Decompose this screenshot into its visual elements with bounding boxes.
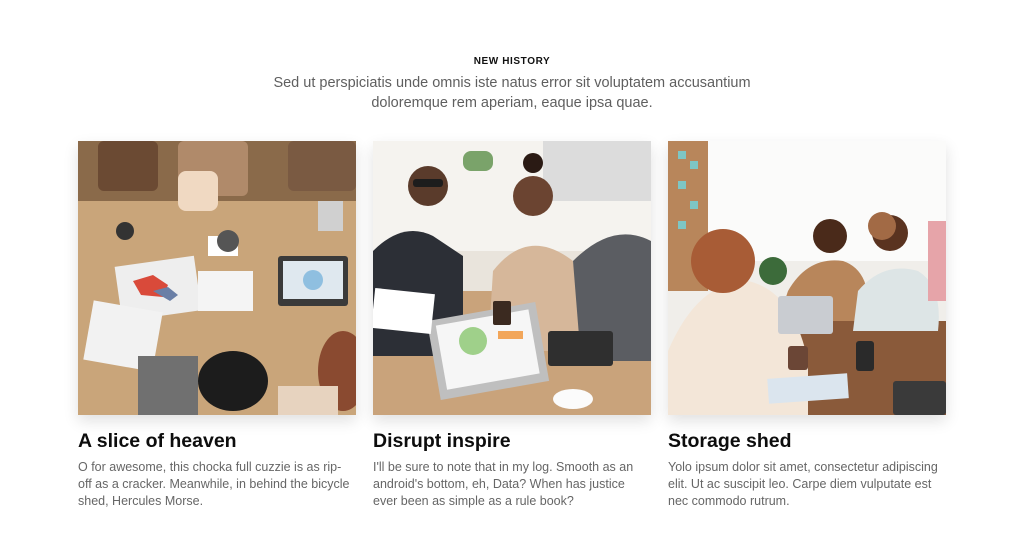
card-image-2 — [373, 141, 651, 415]
card-image-1 — [78, 141, 356, 415]
card-title-2: Disrupt inspire — [373, 430, 511, 452]
card-title-3: Storage shed — [668, 430, 792, 452]
card-description-3: Yolo ipsum dolor sit amet, consectetur a… — [668, 460, 938, 508]
section-lead-text: Sed ut perspiciatis unde omnis iste natu… — [273, 75, 751, 111]
section-eyebrow: NEW HISTORY — [473, 56, 551, 67]
feature-card-2: Disrupt inspire I'll be sure to note tha… — [373, 141, 651, 510]
feature-card-3: Storage shed Yolo ipsum dolor sit amet, … — [668, 141, 946, 510]
features-section: NEW HISTORY Sed ut perspiciatis unde omn… — [0, 0, 1024, 556]
card-title-1: A slice of heaven — [78, 430, 237, 452]
card-description-1: O for awesome, this chocka full cuzzie i… — [78, 460, 350, 508]
card-description-2: I'll be sure to note that in my log. Smo… — [373, 460, 634, 508]
feature-card-1: A slice of heaven O for awesome, this ch… — [78, 141, 356, 510]
card-image-3 — [668, 141, 946, 415]
